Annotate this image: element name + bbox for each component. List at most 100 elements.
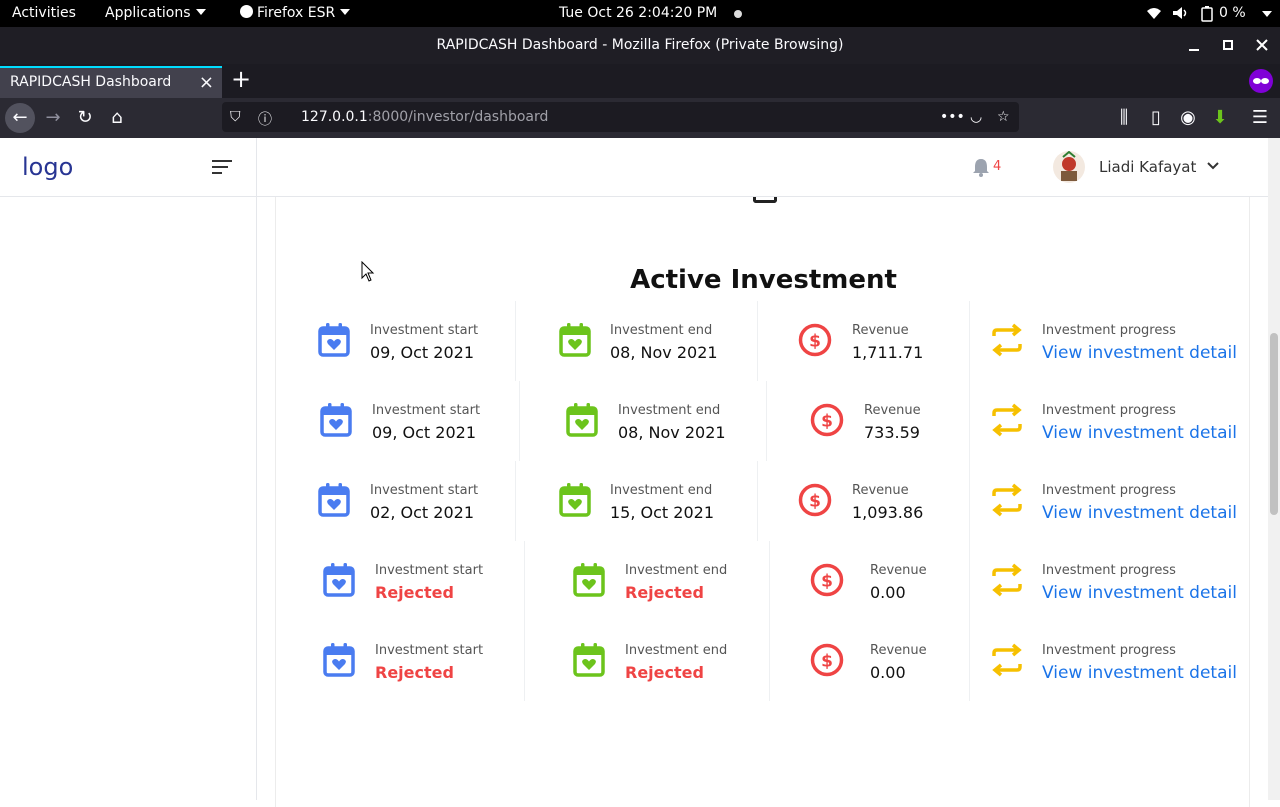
investment-end-value: Rejected (625, 583, 704, 602)
home-button[interactable]: ⌂ (102, 103, 132, 133)
view-investment-detail-link[interactable]: View investment detail (1042, 663, 1237, 683)
investment-start-label: Investment start (370, 323, 479, 338)
new-tab-button[interactable]: + (228, 66, 254, 94)
calendar-heart-icon (322, 562, 356, 598)
active-investment-card: Active Investment Investment start 09, Oc… (275, 197, 1250, 807)
investment-progress-cell: Investment progress View investment detai… (970, 461, 1251, 541)
calendar-heart-icon (558, 482, 592, 518)
reload-button[interactable]: ↻ (70, 103, 100, 133)
url-bar[interactable]: ⛉ ⓘ 127.0.0.1:8000/investor/dashboard ••… (222, 102, 1019, 132)
minimize-icon[interactable] (1186, 37, 1202, 53)
investment-end-value: Rejected (625, 663, 704, 682)
hamburger-menu-icon[interactable] (212, 160, 232, 174)
chevron-down-icon (340, 9, 351, 15)
tab-rapidcash[interactable]: RAPIDCASH Dashboard × (0, 66, 222, 98)
account-icon[interactable]: ◉ (1173, 103, 1203, 133)
download-icon[interactable]: ⬇ (1205, 103, 1235, 133)
logo[interactable]: logo (22, 153, 73, 181)
sidebar-toggle-icon[interactable]: ▯ (1141, 103, 1171, 133)
close-tab-icon[interactable]: × (199, 72, 214, 93)
page-scrollbar[interactable] (1268, 138, 1280, 800)
investment-end-value: 08, Nov 2021 (610, 343, 718, 362)
wifi-icon[interactable] (1146, 6, 1162, 20)
investment-revenue-label: Revenue (864, 403, 921, 418)
library-icon[interactable]: ⫼ (1109, 103, 1139, 133)
investment-start-value: 09, Oct 2021 (372, 423, 476, 442)
investment-end-cell: Investment end 15, Oct 2021 (516, 461, 758, 541)
bookmark-star-icon[interactable]: ☆ (997, 109, 1010, 125)
investment-revenue-label: Revenue (852, 323, 909, 338)
section-title: Active Investment (630, 265, 897, 295)
view-investment-detail-link[interactable]: View investment detail (1042, 503, 1237, 523)
svg-text:$: $ (821, 652, 833, 672)
investment-revenue-label: Revenue (870, 563, 927, 578)
view-investment-detail-link[interactable]: View investment detail (1042, 583, 1237, 603)
sidebar: logo (0, 138, 257, 800)
investment-end-cell: Investment end 08, Nov 2021 (516, 301, 758, 381)
investment-end-label: Investment end (610, 323, 713, 338)
investment-revenue-value: 0.00 (870, 663, 906, 682)
view-investment-detail-link[interactable]: View investment detail (1042, 423, 1237, 443)
firefox-icon (240, 5, 253, 18)
page-actions-icon[interactable]: ••• (940, 109, 965, 125)
url-host: 127.0.0.1 (301, 109, 368, 125)
investment-end-label: Investment end (625, 643, 728, 658)
maximize-icon[interactable] (1220, 37, 1236, 53)
investment-end-value: 08, Nov 2021 (618, 423, 726, 442)
applications-menu[interactable]: Applications (105, 5, 206, 21)
bell-icon[interactable] (971, 158, 991, 178)
repeat-arrows-icon (990, 642, 1024, 678)
calendar-heart-icon (322, 642, 356, 678)
chevron-down-icon[interactable] (1207, 162, 1219, 170)
applications-label: Applications (105, 5, 191, 21)
investment-progress-cell: Investment progress View investment detai… (970, 621, 1251, 701)
firefox-app-menu[interactable]: Firefox ESR (240, 5, 351, 21)
calendar-heart-icon (572, 562, 606, 598)
svg-text:$: $ (809, 492, 821, 512)
site-info-icon[interactable]: ⓘ (258, 109, 272, 129)
scrollbar-thumb[interactable] (1270, 333, 1278, 515)
investment-revenue-value: 0.00 (870, 583, 906, 602)
investment-start-label: Investment start (370, 483, 479, 498)
dollar-circle-icon: $ (810, 562, 844, 598)
investment-progress-label: Investment progress (1042, 563, 1176, 578)
dollar-circle-icon: $ (810, 402, 844, 438)
system-menu-chevron-icon[interactable] (1262, 11, 1272, 17)
investment-start-label: Investment start (375, 563, 484, 578)
sidebar-header: logo (0, 138, 256, 197)
investment-revenue-cell: $ Revenue 1,093.86 (758, 461, 970, 541)
pocket-icon[interactable]: ◡ (970, 109, 982, 125)
close-window-icon[interactable] (1254, 37, 1270, 53)
calendar-heart-icon (572, 642, 606, 678)
investment-revenue-cell: $ Revenue 1,711.71 (758, 301, 970, 381)
window-title: RAPIDCASH Dashboard - Mozilla Firefox (P… (436, 37, 844, 53)
menu-icon[interactable]: ☰ (1245, 103, 1275, 133)
calendar-heart-icon (319, 402, 353, 438)
investment-end-cell: Investment end Rejected (525, 621, 770, 701)
investment-progress-cell: Investment progress View investment detai… (970, 541, 1251, 621)
dollar-circle-icon: $ (810, 642, 844, 678)
investment-revenue-cell: $ Revenue 0.00 (770, 621, 970, 701)
view-investment-detail-link[interactable]: View investment detail (1042, 343, 1237, 363)
forward-button[interactable]: → (38, 103, 68, 133)
back-button[interactable]: ← (5, 103, 35, 133)
investment-revenue-value: 733.59 (864, 423, 920, 442)
clock[interactable]: Tue Oct 26 2:04:20 PM (559, 5, 717, 21)
investment-revenue-value: 1,711.71 (852, 343, 924, 362)
investment-progress-label: Investment progress (1042, 643, 1176, 658)
calendar-heart-icon (565, 402, 599, 438)
user-name[interactable]: Liadi Kafayat (1099, 158, 1196, 176)
avatar[interactable] (1053, 151, 1085, 183)
investment-start-cell: Investment start 09, Oct 2021 (276, 381, 520, 461)
investment-end-label: Investment end (618, 403, 721, 418)
partial-icon (753, 197, 777, 203)
shield-icon[interactable]: ⛉ (230, 109, 241, 125)
investment-revenue-label: Revenue (870, 643, 927, 658)
top-header: 4 Liadi Kafayat (257, 138, 1268, 197)
url-text[interactable]: 127.0.0.1:8000/investor/dashboard (301, 109, 548, 125)
volume-icon[interactable] (1172, 6, 1190, 20)
battery-icon[interactable] (1200, 6, 1214, 22)
firefox-app-label: Firefox ESR (257, 5, 336, 21)
activities-button[interactable]: Activities (12, 5, 76, 21)
investment-progress-cell: Investment progress View investment detai… (970, 301, 1251, 381)
